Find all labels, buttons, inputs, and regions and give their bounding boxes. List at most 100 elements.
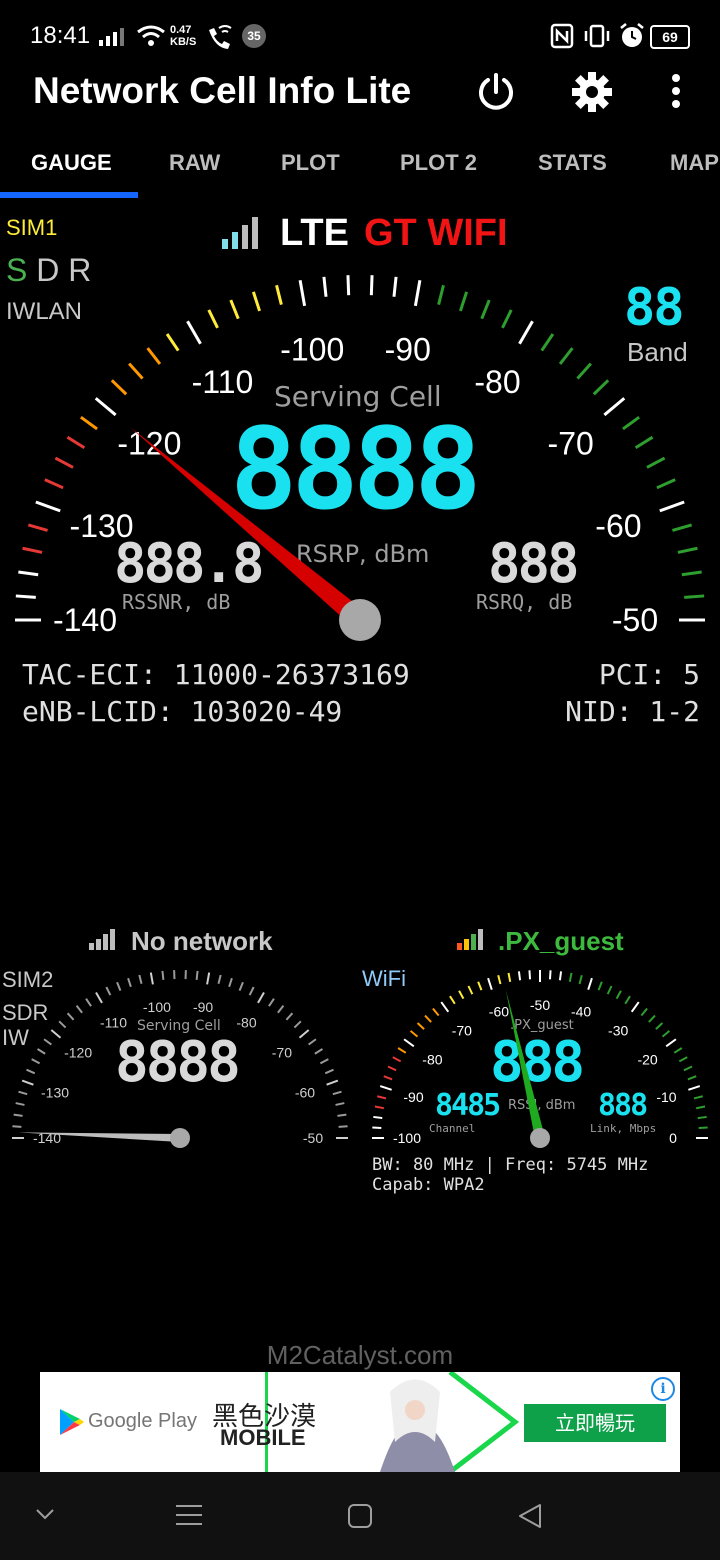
gauge-tick (293, 1020, 302, 1029)
ad-info-icon[interactable]: i (651, 1377, 675, 1401)
gauge-tick (326, 1079, 339, 1086)
google-play-label: Google Play (88, 1410, 197, 1432)
gauge-scale-label: -130 (41, 1084, 69, 1100)
ad-banner[interactable]: Google Play 黑色沙漠 MOBILE 立即暢玩 i (40, 1372, 680, 1472)
gauge-tick (26, 1068, 36, 1075)
gauge-tick (268, 998, 275, 1007)
gauge-tick (36, 1048, 46, 1055)
gauge-tick (217, 974, 222, 984)
gauge-tick (228, 977, 233, 988)
active-tab-indicator (0, 192, 138, 198)
gauge-needle (130, 427, 381, 641)
gauge-scale-label: -70 (272, 1044, 292, 1060)
gauge-tick (31, 1058, 41, 1065)
gauge-tick (127, 977, 132, 988)
gauge-tick (338, 1125, 348, 1128)
tab-plot-2[interactable]: PLOT 2 (400, 150, 477, 176)
needle-pointer (505, 989, 545, 1140)
gauge-tick (319, 1058, 329, 1065)
needle-hub (339, 599, 381, 641)
gauge-tick (43, 1038, 52, 1046)
gauge-tick (149, 972, 154, 985)
gauge-scale-label: -90 (193, 999, 213, 1015)
gauge-tick (58, 1020, 67, 1029)
recents-menu-icon[interactable] (174, 1502, 204, 1528)
needle-hub (170, 1128, 190, 1148)
gauge-tick (21, 1079, 34, 1086)
gauge-tick (116, 981, 122, 991)
gauge-scale-label: -50 (303, 1130, 323, 1146)
gauge-tick (75, 1004, 83, 1014)
gauge-tick (238, 981, 244, 991)
chevron-down-icon[interactable] (34, 1506, 56, 1522)
gauge-tick (206, 972, 211, 985)
nid-value: NID: 1-2 (565, 695, 700, 728)
gauge-tick (105, 986, 112, 996)
sim2-signal-bars-icon (89, 929, 115, 950)
nfc-icon (550, 23, 574, 49)
gauge-tick (285, 1012, 294, 1021)
settings-gear-icon[interactable] (570, 70, 614, 114)
sim2-iw: IW (2, 1025, 29, 1050)
gauge-tick (50, 1029, 62, 1039)
tab-plot[interactable]: PLOT (281, 150, 340, 176)
battery-indicator: 69 (650, 25, 690, 49)
tac-eci-value: TAC-ECI: 11000-26373169 (22, 658, 410, 691)
notification-badge: 35 (242, 24, 266, 48)
ad-game-subtitle: MOBILE (220, 1425, 306, 1450)
gauge-scale-label: -120 (64, 1044, 92, 1060)
overflow-menu-icon[interactable] (664, 72, 688, 112)
tab-raw[interactable]: RAW (169, 150, 220, 176)
sim2-sdr: SDR (2, 1000, 49, 1025)
gauge-tick (332, 1090, 342, 1096)
gauge-tick (13, 1113, 23, 1117)
needle-hub (530, 1128, 550, 1148)
sim2-digits-display: 8888 (115, 1030, 241, 1095)
gauge-tick (66, 1012, 75, 1021)
gauge-tick (337, 1113, 347, 1117)
wifi-bw-freq: BW: 80 MHz | Freq: 5745 MHz (372, 1155, 649, 1175)
alarm-icon (620, 23, 644, 47)
pci-value: PCI: 5 (598, 658, 700, 691)
gauge-scale-label: -140 (33, 1130, 61, 1146)
wifi-gauge-needle (505, 989, 550, 1148)
gauge-scale-label: -110 (100, 1015, 127, 1031)
gauge-tick (248, 986, 255, 996)
gauge-tick (138, 974, 143, 984)
wifi-capabilities: Capab: WPA2 (372, 1175, 485, 1195)
gauge-scale-label: -100 (143, 999, 171, 1015)
gauge-scale-label: -80 (236, 1015, 256, 1031)
network-speed: 0.47 KB/S (170, 24, 197, 48)
gauge-tick (257, 992, 265, 1004)
back-icon[interactable] (516, 1502, 546, 1530)
system-navigation-bar (0, 1472, 720, 1560)
tab-stats[interactable]: STATS (538, 150, 607, 176)
app-title: Network Cell Info Lite (33, 70, 412, 111)
gauge-tick (324, 1068, 334, 1075)
ad-character-art (380, 1372, 520, 1472)
gauge-tick (298, 1029, 310, 1039)
gauge-tick (308, 1038, 317, 1046)
gauge-tick (195, 970, 199, 980)
gauge-tick (18, 1090, 28, 1096)
gauge-scale-label: -60 (295, 1084, 315, 1100)
cell-signal-icon (99, 28, 124, 46)
gauge-tick (314, 1048, 324, 1055)
gauge-tick (85, 998, 92, 1007)
brand-footer: M2Catalyst.com (266, 1340, 454, 1370)
needle-pointer (130, 427, 367, 628)
wifi-icon (137, 25, 165, 46)
ad-play-now-button[interactable]: 立即暢玩 (524, 1404, 666, 1442)
power-icon[interactable] (474, 70, 518, 114)
tab-gauge[interactable]: GAUGE (31, 150, 112, 176)
wifi-calling-icon (209, 25, 232, 49)
status-time: 18:41 (30, 22, 91, 49)
tab-map[interactable]: MAP (670, 150, 719, 176)
google-play-icon (60, 1409, 84, 1435)
gauge-tick (12, 1125, 22, 1128)
sim2-label: SIM2 (2, 967, 54, 992)
wifi-signal-bars-icon (457, 929, 483, 950)
gauge-tick (335, 1102, 345, 1106)
home-icon[interactable] (346, 1502, 374, 1530)
gauge-tick (277, 1004, 285, 1014)
